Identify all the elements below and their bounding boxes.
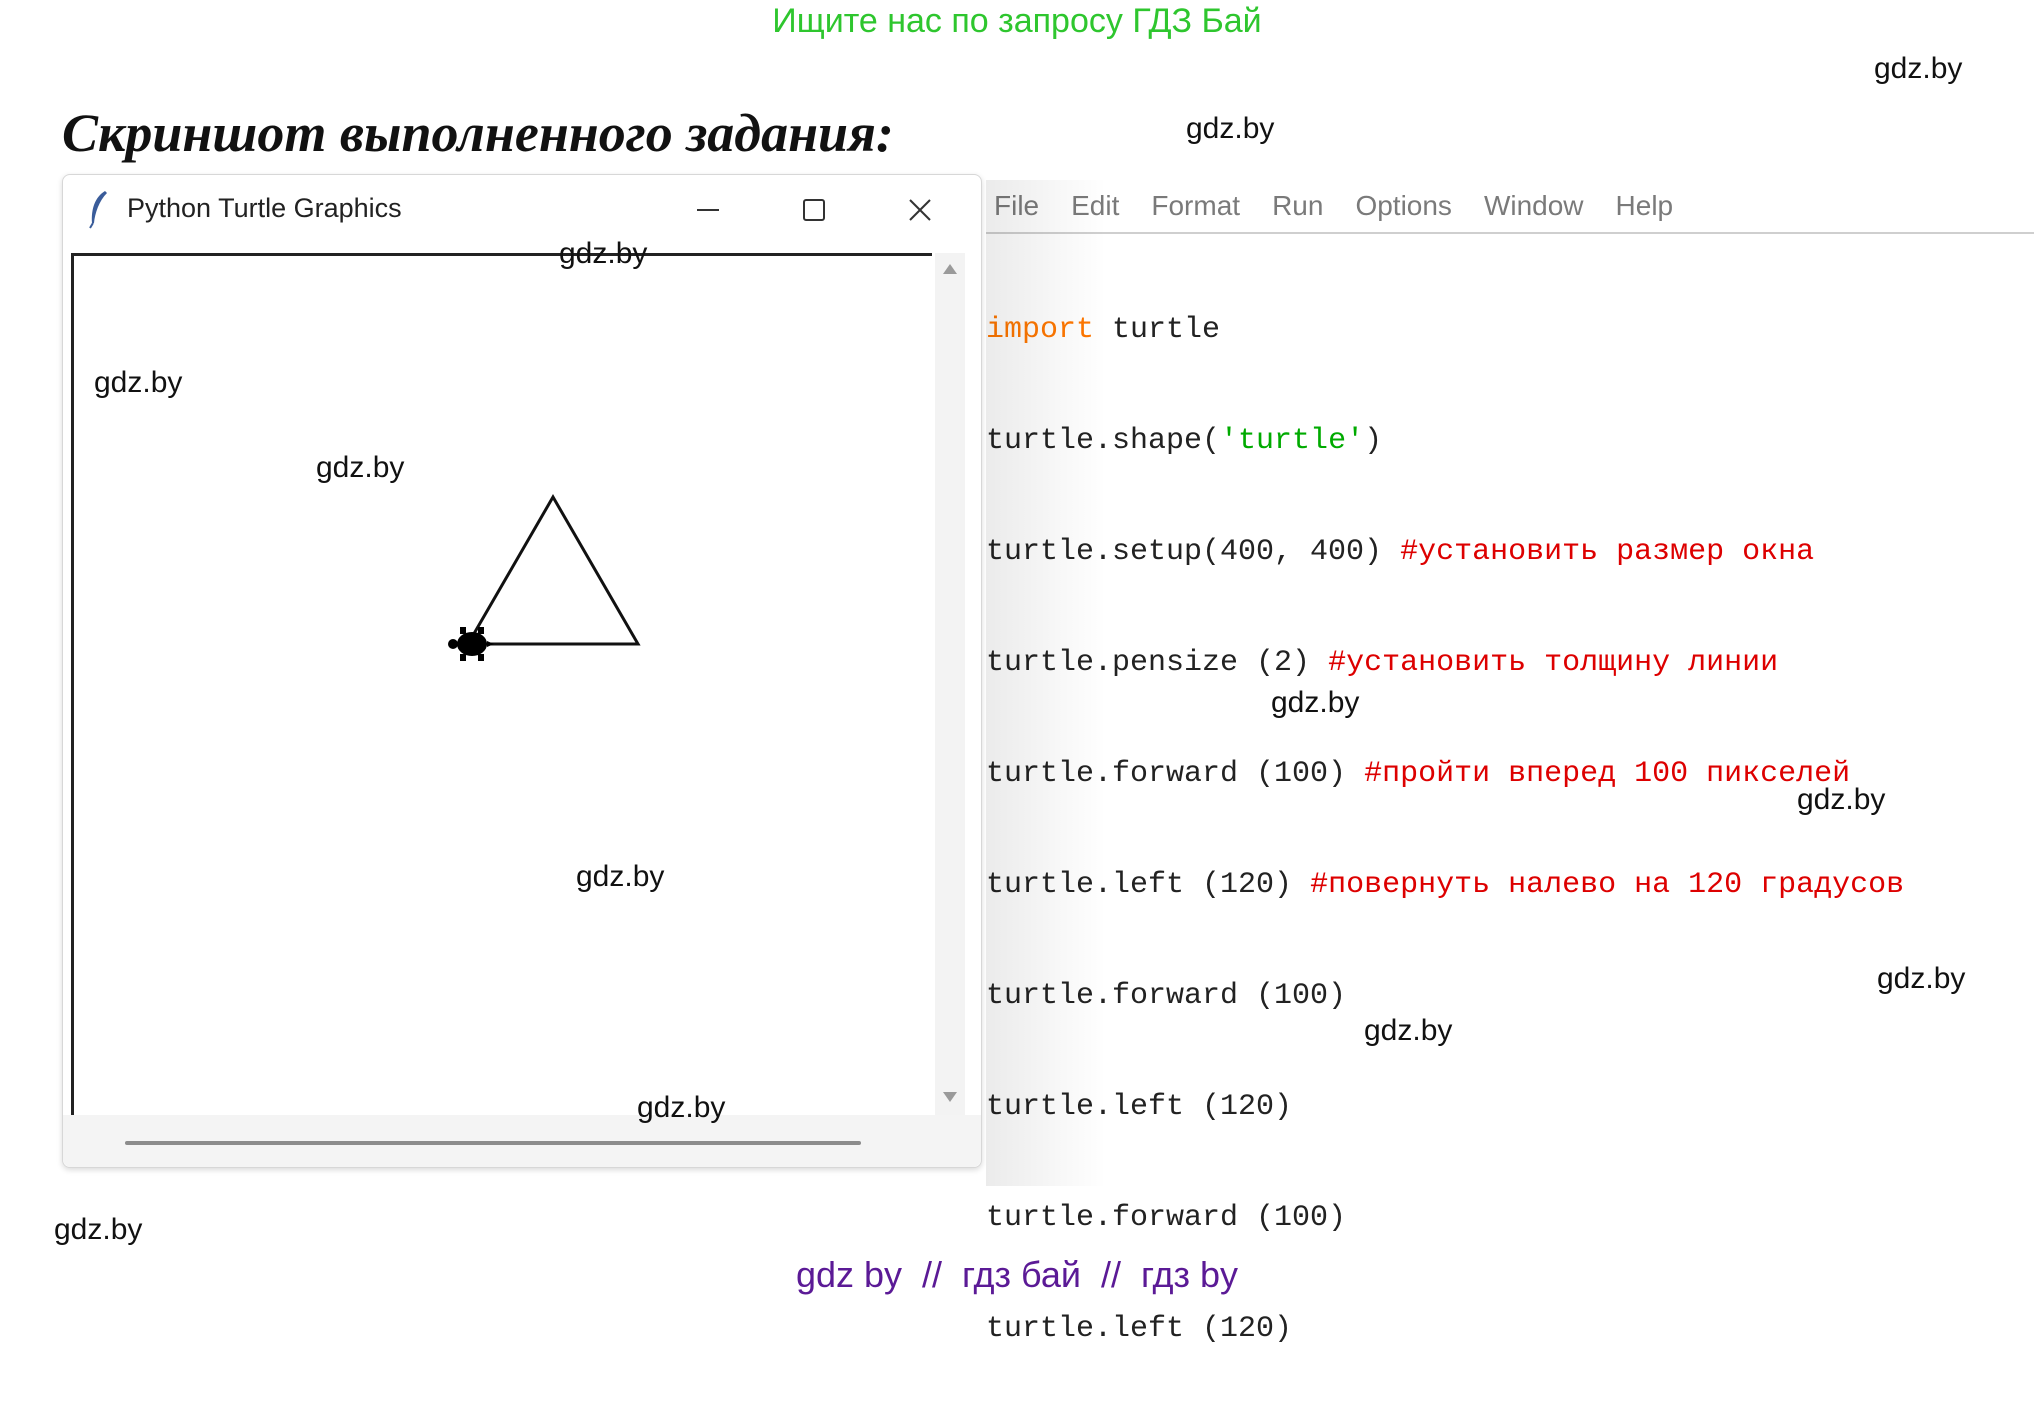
code-line: turtle.forward (100) [986,1200,2034,1237]
feather-icon [89,191,107,229]
maximize-icon [803,199,825,221]
turtle-canvas[interactable] [71,253,932,1122]
menu-run[interactable]: Run [1272,190,1323,222]
menu-edit[interactable]: Edit [1071,190,1119,222]
maximize-button[interactable] [787,183,841,237]
code-comment: #пройти вперед 100 пикселей [1364,757,1851,791]
top-banner: Ищите нас по запросу ГДЗ Бай [772,2,1262,40]
menu-help[interactable]: Help [1616,190,1674,222]
watermark: gdz.by [94,366,183,399]
close-button[interactable] [893,183,947,237]
watermark: gdz.by [559,237,648,270]
horizontal-scrollbar-thumb[interactable] [125,1141,861,1145]
page-heading: Скриншот выполненного задания: [62,103,894,163]
python-editor-window: File Edit Format Run Options Window Help… [986,180,2034,1346]
turtle-window-titlebar[interactable]: Python Turtle Graphics [63,175,981,247]
menu-window[interactable]: Window [1484,190,1584,222]
code-line: turtle.left (120) [986,1089,2034,1126]
watermark: gdz.by [316,451,405,484]
code-text: turtle.shape( [986,424,1221,458]
turtle-drawing [448,494,641,661]
menu-file[interactable]: File [994,190,1039,222]
code-line: turtle.left (120) [986,1311,2034,1348]
code-string: 'turtle' [1220,424,1365,458]
code-line: import turtle [986,312,2034,349]
watermark: gdz.by [54,1213,143,1246]
watermark: gdz.by [1797,783,1886,816]
minimize-icon [697,209,719,211]
code-text: turtle.left (120) [986,868,1311,902]
watermark: gdz.by [1271,686,1360,719]
code-text: turtle.forward (100) [986,1201,1347,1235]
turtle-icon [448,627,494,661]
watermark: gdz.by [1186,112,1275,145]
close-icon [909,199,931,221]
code-comment: #повернуть налево на 120 градусов [1310,868,1905,902]
code-text: turtle.forward (100) [986,757,1365,791]
turtle-window-title: Python Turtle Graphics [127,193,402,223]
vertical-scrollbar[interactable] [935,253,965,1119]
minimize-button[interactable] [681,183,735,237]
code-line: turtle.setup(400, 400) #установить разме… [986,534,2034,571]
code-text: turtle.pensize (2) [986,646,1329,680]
watermark: gdz.by [1877,962,1966,995]
code-line: turtle.pensize (2) #установить толщину л… [986,645,2034,682]
turtle-graphics-window: Python Turtle Graphics [62,174,982,1168]
watermark: gdz.by [637,1091,726,1124]
menu-format[interactable]: Format [1151,190,1240,222]
watermark: gdz.by [576,860,665,893]
code-text: turtle.forward (100) [986,979,1347,1013]
watermark: gdz.by [1364,1014,1453,1047]
triangle-path [465,494,641,646]
bottom-banner: gdz by // гдз бай // гдз by [795,1254,1239,1295]
code-text: ) [1364,424,1383,458]
code-keyword: import [986,313,1095,347]
editor-menubar: File Edit Format Run Options Window Help [986,180,2034,234]
code-text: turtle [1094,313,1221,347]
watermark: gdz.by [1874,52,1963,85]
code-text: turtle.left (120) [986,1090,1293,1124]
code-text: turtle.left (120) [986,1312,1293,1346]
menu-options[interactable]: Options [1355,190,1452,222]
code-comment: #установить толщину линии [1328,646,1779,680]
scroll-down-arrow-icon[interactable] [942,1091,958,1103]
scroll-up-arrow-icon[interactable] [942,263,958,275]
code-comment: #установить размер окна [1400,535,1815,569]
code-editor[interactable]: import turtle turtle.shape('turtle') tur… [986,238,2034,1422]
code-line: turtle.left (120) #повернуть налево на 1… [986,867,2034,904]
code-line: turtle.shape('turtle') [986,423,2034,460]
code-text: turtle.setup(400, 400) [986,535,1401,569]
